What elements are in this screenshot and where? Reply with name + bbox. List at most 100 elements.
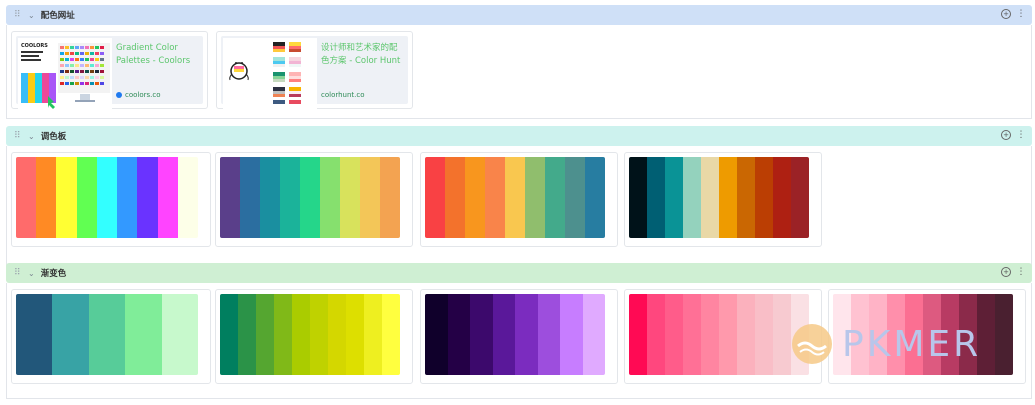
watermark-text: PKMER [842,323,982,365]
color-swatch [629,157,647,238]
drag-handle-icon[interactable]: ⠿ [14,10,24,20]
pkmer-logo-icon [792,324,832,364]
color-swatch [485,157,505,238]
color-swatch [52,294,89,375]
color-swatch [647,157,665,238]
color-swatch [701,157,719,238]
color-swatch [737,294,755,375]
color-swatch [117,157,138,238]
color-swatch [96,157,118,238]
chevron-down-icon[interactable]: ⌄ [28,269,35,278]
color-swatch [425,294,448,375]
color-swatch [565,157,585,238]
color-swatch [755,157,773,238]
section-header[interactable]: ⠿ ⌄ 配色网址 + ⋮ [6,5,1032,25]
more-icon[interactable]: ⋮ [1016,130,1026,140]
color-swatch [16,294,53,375]
colorhunt-preview-image [223,38,317,110]
color-swatch [545,157,565,238]
color-swatch [260,157,280,238]
color-swatch [425,157,445,238]
add-icon[interactable]: + [1001,9,1011,19]
gradient-swatches [16,294,198,375]
drag-handle-icon[interactable]: ⠿ [14,268,24,278]
link-card-colorhunt[interactable]: 设计师和艺术家的配色方案 - Color Hunt colorhunt.co [216,31,413,110]
color-swatch [665,157,683,238]
color-swatch [683,294,701,375]
color-swatch [300,157,320,238]
gradient-swatches [425,294,605,375]
section-palettes: ⠿ ⌄ 调色板 + ⋮ [6,126,1032,274]
color-swatch [320,157,340,238]
palette-card[interactable] [420,152,618,247]
gradient-swatches [220,294,400,375]
color-swatch [791,157,809,238]
palette-card[interactable] [11,152,211,247]
color-swatch [177,157,198,238]
gradient-swatches [629,294,809,375]
chevron-down-icon[interactable]: ⌄ [28,132,35,141]
color-swatch [238,294,256,375]
color-swatch [157,157,178,238]
section-body: COOLORS Gradient Color Palettes - Coolor… [6,25,1032,119]
color-swatch [125,294,162,375]
color-swatch [380,157,400,238]
drag-handle-icon[interactable]: ⠿ [14,131,24,141]
colorhunt-thumbnail [223,38,317,110]
color-swatch [719,157,737,238]
color-swatch [492,294,515,375]
link-card-coolors[interactable]: COOLORS Gradient Color Palettes - Coolor… [11,31,208,110]
color-swatch [310,294,328,375]
link-card-title[interactable]: Gradient Color Palettes - Coolors [116,42,199,68]
color-swatch [585,157,605,238]
palette-card[interactable] [215,152,413,247]
add-icon[interactable]: + [1001,130,1011,140]
color-swatch [470,294,493,375]
color-swatch [280,157,300,238]
link-card-title[interactable]: 设计师和艺术家的配色方案 - Color Hunt [321,42,404,68]
gradient-card[interactable] [215,289,413,384]
color-swatch [701,294,719,375]
svg-text:COOLORS: COOLORS [21,43,48,49]
link-card-url[interactable]: coolors.co [116,91,161,99]
color-swatch [328,294,346,375]
gradient-card[interactable] [11,289,211,384]
color-swatch [16,157,37,238]
color-swatch [447,294,470,375]
add-icon[interactable]: + [1001,267,1011,277]
color-swatch [773,157,791,238]
coolors-favicon-icon [116,92,122,98]
color-swatch [56,157,77,238]
section-title: 配色网址 [40,11,75,21]
section-header[interactable]: ⠿ ⌄ 渐变色 + ⋮ [6,263,1032,283]
section-header[interactable]: ⠿ ⌄ 调色板 + ⋮ [6,126,1032,146]
color-swatch [382,294,400,375]
color-swatch [274,294,292,375]
more-icon[interactable]: ⋮ [1016,9,1026,19]
color-swatch [683,157,701,238]
color-swatch [525,157,545,238]
palette-card[interactable] [624,152,822,247]
color-swatch [340,157,360,238]
color-swatch [755,294,773,375]
color-swatch [515,294,538,375]
color-swatch [665,294,683,375]
gradient-card[interactable] [420,289,618,384]
section-title: 渐变色 [40,269,67,279]
more-icon[interactable]: ⋮ [1016,267,1026,277]
section-title: 调色板 [40,132,67,142]
color-swatch [161,294,198,375]
color-swatch [360,157,380,238]
color-swatch [465,157,485,238]
color-swatch [773,294,791,375]
color-swatch [256,294,274,375]
palette-swatches [629,157,809,238]
chevron-down-icon[interactable]: ⌄ [28,11,35,20]
color-swatch [647,294,665,375]
color-swatch [737,157,755,238]
color-swatch [220,294,238,375]
color-swatch [76,157,97,238]
link-card-url[interactable]: colorhunt.co [321,91,365,99]
color-swatch [445,157,465,238]
section-color-websites: ⠿ ⌄ 配色网址 + ⋮ COOLORS Gradient Color Pale… [6,5,1032,119]
